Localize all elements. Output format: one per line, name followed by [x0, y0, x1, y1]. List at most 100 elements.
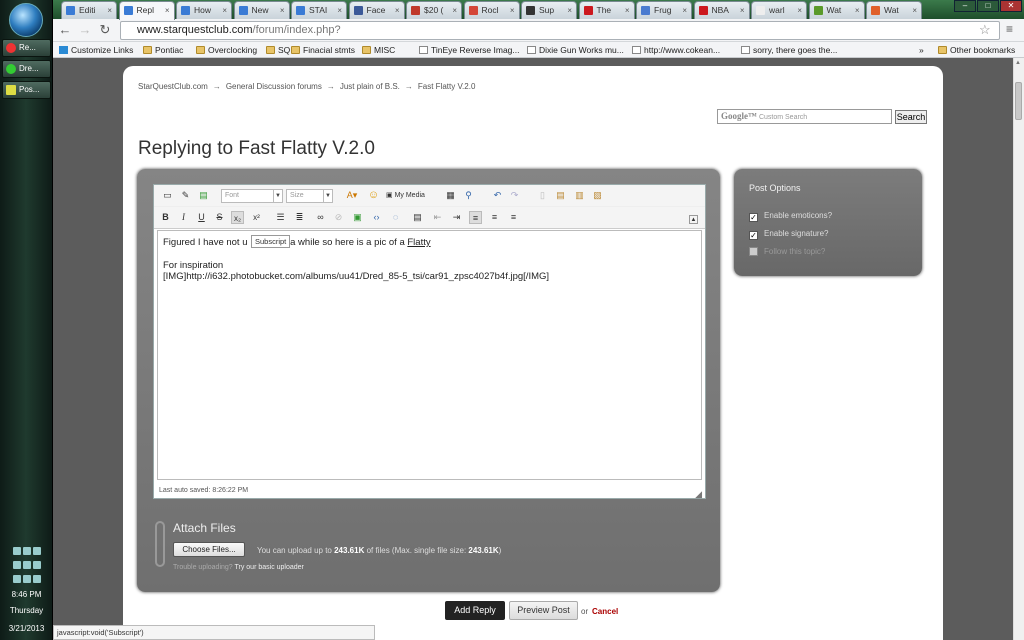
tab-close-icon[interactable]: ×: [222, 2, 227, 19]
preview-post-button[interactable]: Preview Post: [509, 601, 578, 620]
bookmarks-overflow-button[interactable]: »: [919, 43, 924, 57]
tab-7[interactable]: Rocl ×: [463, 1, 520, 19]
tab-10[interactable]: Frug ×: [636, 1, 692, 19]
subscript-icon[interactable]: x₂: [231, 211, 244, 224]
bullet-list-icon[interactable]: ☰: [274, 211, 287, 224]
taskbar-button-notepad[interactable]: Pos...: [2, 81, 51, 99]
numbered-list-icon[interactable]: ≣: [293, 211, 306, 224]
tab-12[interactable]: warl ×: [751, 1, 807, 19]
indent-icon[interactable]: ⇥: [450, 211, 463, 224]
underline-icon[interactable]: U: [195, 211, 208, 224]
breadcrumb-topic[interactable]: Fast Flatty V.2.0: [418, 82, 476, 91]
close-window-button[interactable]: ✕: [1000, 0, 1022, 12]
outdent-icon[interactable]: ⇤: [431, 211, 444, 224]
find-icon[interactable]: ⚲: [462, 189, 475, 202]
size-select[interactable]: Size ▼: [286, 189, 333, 203]
tray-icons-row3[interactable]: [4, 574, 49, 586]
link-icon[interactable]: ∞: [314, 211, 327, 224]
copy-icon[interactable]: ▤: [554, 189, 567, 202]
back-icon[interactable]: ←: [57, 22, 73, 38]
tab-6[interactable]: $20 (×: [406, 1, 462, 19]
tab-9[interactable]: The ×: [578, 1, 635, 19]
tab-close-icon[interactable]: ×: [740, 2, 745, 19]
paste-icon[interactable]: ▥: [573, 189, 586, 202]
bookmark-item[interactable]: MISC: [362, 43, 395, 57]
undo-icon[interactable]: ↶: [491, 189, 504, 202]
tab-close-icon[interactable]: ×: [797, 2, 802, 19]
breadcrumb-general[interactable]: General Discussion forums: [226, 82, 322, 91]
spoiler-icon[interactable]: ▤: [411, 211, 424, 224]
bookmark-item[interactable]: sorry, there goes the...: [741, 43, 837, 57]
tab-5[interactable]: Face ×: [348, 1, 405, 19]
address-bar[interactable]: www.starquestclub.com/forum/index.php?: [120, 21, 1000, 40]
tray-icons-row2[interactable]: [4, 560, 49, 572]
search-button[interactable]: Search: [895, 110, 927, 124]
tab-2[interactable]: How ×: [176, 1, 232, 19]
text-color-icon[interactable]: A▾: [343, 189, 361, 202]
menu-icon[interactable]: ≡: [1006, 22, 1013, 36]
bookmark-item[interactable]: Pontiac: [143, 43, 183, 57]
bookmark-star-icon[interactable]: ☆: [979, 22, 991, 38]
tab-close-icon[interactable]: ×: [567, 2, 572, 19]
tab-13[interactable]: Wat ×: [808, 1, 865, 19]
paste-word-icon[interactable]: ▧: [591, 189, 604, 202]
superscript-icon[interactable]: x²: [250, 211, 263, 224]
taskbar-button-chrome[interactable]: Re...: [2, 39, 51, 57]
align-center-icon[interactable]: ≡: [488, 211, 501, 224]
basic-uploader-link[interactable]: Try our basic uploader: [235, 564, 304, 571]
tab-close-icon[interactable]: ×: [912, 2, 917, 19]
bookmark-item[interactable]: Overclocking: [196, 43, 257, 57]
smiley-icon[interactable]: ☺: [367, 189, 380, 202]
tab-14[interactable]: Wat ×: [866, 1, 922, 19]
scrollbar-thumb[interactable]: [1015, 82, 1022, 120]
bookmark-item[interactable]: SQ: [266, 43, 290, 57]
cancel-link[interactable]: Cancel: [592, 607, 618, 616]
tab-close-icon[interactable]: ×: [682, 2, 687, 19]
tab-close-icon[interactable]: ×: [337, 2, 342, 19]
collapse-toolbar-icon[interactable]: ▲: [689, 215, 698, 224]
align-left-icon[interactable]: ≡: [469, 211, 482, 224]
reload-icon[interactable]: ↻: [97, 22, 113, 38]
start-button[interactable]: [9, 3, 43, 37]
cut-icon[interactable]: ▯: [536, 189, 549, 202]
font-select[interactable]: Font ▼: [221, 189, 283, 203]
tab-8[interactable]: Sup ×: [521, 1, 577, 19]
tab-close-icon[interactable]: ×: [280, 2, 285, 19]
tab-close-icon[interactable]: ×: [165, 2, 170, 19]
bookmark-item[interactable]: TinEye Reverse Imag...: [419, 43, 520, 57]
eraser-icon[interactable]: ✎: [179, 189, 192, 202]
tab-close-icon[interactable]: ×: [855, 2, 860, 19]
breadcrumb-bs[interactable]: Just plain of B.S.: [340, 82, 400, 91]
clock-time[interactable]: 8:46 PM: [0, 590, 53, 599]
remove-format-icon[interactable]: ▭: [161, 189, 174, 202]
bookmark-item[interactable]: Finacial stmts: [291, 43, 355, 57]
tab-close-icon[interactable]: ×: [452, 2, 457, 19]
align-right-icon[interactable]: ≡: [507, 211, 520, 224]
post-body-textarea[interactable]: Figured I have not u a while so here is …: [157, 230, 702, 480]
breadcrumb-home[interactable]: StarQuestClub.com: [138, 82, 208, 91]
tab-close-icon[interactable]: ×: [625, 2, 630, 19]
redo-icon[interactable]: ↷: [508, 189, 521, 202]
page-scrollbar[interactable]: [1013, 58, 1024, 640]
option-emoticons[interactable]: ✓ Enable emoticons?: [749, 211, 832, 222]
tab-close-icon[interactable]: ×: [107, 2, 112, 19]
search-input[interactable]: Google™ Custom Search: [717, 109, 892, 124]
tab-close-icon[interactable]: ×: [395, 2, 400, 19]
other-bookmarks[interactable]: Other bookmarks: [938, 43, 1015, 57]
code-icon[interactable]: ‹›: [370, 211, 383, 224]
add-reply-button[interactable]: Add Reply: [445, 601, 505, 620]
option-signature[interactable]: ✓ Enable signature?: [749, 229, 829, 240]
tab-close-icon[interactable]: ×: [510, 2, 515, 19]
quote-icon[interactable]: ◌: [389, 211, 402, 224]
minimize-button[interactable]: –: [954, 0, 976, 12]
tray-icons-row1[interactable]: [4, 546, 49, 558]
resize-grip-icon[interactable]: ◢: [695, 489, 702, 500]
table-icon[interactable]: ▦: [444, 189, 457, 202]
unlink-icon[interactable]: ⊘: [332, 211, 345, 224]
strikethrough-icon[interactable]: S: [213, 211, 226, 224]
my-media-button[interactable]: ▣ My Media: [386, 189, 434, 202]
maximize-button[interactable]: □: [977, 0, 999, 12]
tab-4[interactable]: STAI ×: [291, 1, 347, 19]
bookmark-item[interactable]: http://www.cokean...: [632, 43, 720, 57]
choose-files-button[interactable]: Choose Files...: [173, 542, 245, 557]
